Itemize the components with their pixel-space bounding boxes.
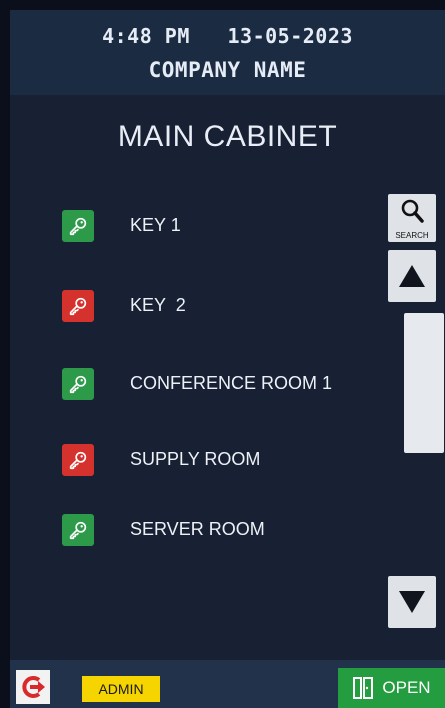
admin-badge[interactable]: ADMIN <box>82 676 160 702</box>
key-icon <box>69 297 87 316</box>
key-status-badge <box>62 210 94 242</box>
page-title: MAIN CABINET <box>117 120 338 153</box>
key-item-3[interactable]: CONFERENCE ROOM 1 <box>62 368 382 400</box>
footer-bar: ADMIN OPEN <box>10 660 445 708</box>
header: 4:48 PM 13-05-2023 COMPANY NAME <box>10 10 445 95</box>
key-item-5[interactable]: SERVER ROOM <box>62 514 382 546</box>
time: 4:48 PM <box>102 24 190 48</box>
key-status-badge <box>62 290 94 322</box>
key-icon <box>69 217 87 236</box>
key-item-1[interactable]: KEY 1 <box>62 210 382 242</box>
scroll-up-button[interactable] <box>388 250 436 302</box>
search-icon <box>401 199 424 223</box>
key-status-badge <box>62 368 94 400</box>
key-label: KEY 2 <box>130 295 186 315</box>
company-name: COMPANY NAME <box>148 58 307 82</box>
open-label: OPEN <box>382 678 431 697</box>
key-item-4[interactable]: SUPPLY ROOM <box>62 444 382 476</box>
key-icon <box>69 521 87 540</box>
date: 13-05-2023 <box>227 24 353 48</box>
key-icon <box>69 375 87 394</box>
key-icon <box>69 451 87 470</box>
datetime: 4:48 PM 13-05-2023 <box>10 24 445 48</box>
logout-button[interactable] <box>16 670 50 704</box>
triangle-up-icon <box>399 265 425 287</box>
key-status-badge <box>62 444 94 476</box>
triangle-down-icon <box>399 591 425 613</box>
key-label: SERVER ROOM <box>130 519 265 539</box>
key-label: KEY 1 <box>130 215 181 235</box>
key-status-badge <box>62 514 94 546</box>
scroll-down-button[interactable] <box>388 576 436 628</box>
search-label: SEARCH <box>395 231 429 240</box>
key-label: CONFERENCE ROOM 1 <box>130 373 333 393</box>
open-button[interactable]: OPEN <box>338 668 445 708</box>
logout-icon <box>22 676 45 698</box>
key-cabinet-screen: 4:48 PM 13-05-2023 COMPANY NAME MAIN CAB… <box>10 10 445 708</box>
key-label: SUPPLY ROOM <box>130 449 261 469</box>
door-open-icon <box>353 677 374 699</box>
search-button[interactable]: SEARCH <box>388 194 436 242</box>
key-item-2[interactable]: KEY 2 <box>62 290 382 322</box>
scrollbar[interactable] <box>404 313 444 453</box>
